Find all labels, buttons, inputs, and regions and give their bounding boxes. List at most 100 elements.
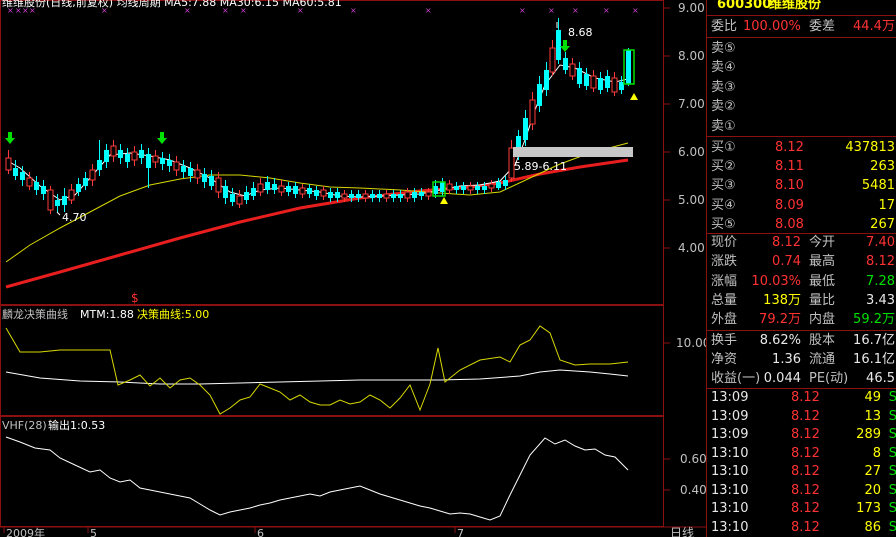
buy-level-row[interactable]: 买④ 8.09 17	[707, 196, 896, 215]
price-tick-label: 8.00	[678, 49, 705, 63]
candle-body	[425, 191, 432, 197]
finance-row: 净资 1.36 流通 16.1亿	[707, 350, 896, 369]
sell-level-label: 卖⑤	[711, 41, 736, 56]
candle-body	[549, 47, 556, 73]
sell-level-row[interactable]: 卖③	[707, 78, 896, 97]
tick-time: 13:10	[711, 501, 749, 516]
tick-side: S	[888, 482, 896, 498]
buy-level-label: 买⑤	[711, 216, 736, 232]
kline-chart-area[interactable]: 9.00 8.00 7.00 6.00 5.00 4.00 维维股份(日线,前复…	[0, 0, 706, 537]
sell-level-label: 卖③	[711, 79, 736, 95]
vhf-line	[5, 436, 629, 521]
candle-body	[626, 50, 631, 84]
candle-body	[223, 186, 228, 198]
quote-panel: 600300 维维股份 委比 100.00% 委差 44.4万 卖⑤ 卖④ 卖③ 卖②…	[706, 0, 896, 537]
tick-time: 13:10	[711, 464, 749, 479]
tick-row: 13:09 8.12 13 S	[707, 407, 896, 426]
candlesticks	[5, 18, 635, 214]
stat-row: 涨跌 0.74 最高 8.12	[707, 252, 896, 271]
x-marker-icon: ×	[297, 6, 304, 15]
candle-body	[356, 194, 361, 198]
candle-body	[412, 192, 417, 198]
candle-body	[569, 63, 576, 77]
candle-body	[503, 180, 508, 186]
tick-time: 13:09	[711, 408, 749, 424]
period-label[interactable]: 日线	[670, 526, 694, 537]
tick-side: S	[888, 408, 896, 424]
indicator2-panel-frame	[0, 416, 664, 527]
stock-name: 维维股份	[769, 0, 822, 12]
candle-body	[55, 200, 60, 206]
candle-body	[454, 186, 459, 190]
date-tick-label: 2009年	[6, 526, 45, 537]
tick-price: 8.12	[791, 390, 820, 405]
candle-body	[328, 192, 333, 198]
candle-body	[104, 150, 109, 162]
candle-body	[110, 145, 117, 157]
low-annotation-label: 4.70	[62, 211, 87, 224]
candle-body	[26, 177, 33, 187]
stat-label: 现价	[711, 235, 738, 250]
tick-price: 8.12	[791, 482, 820, 498]
candle-body	[173, 161, 180, 171]
tick-price: 8.12	[791, 427, 820, 442]
tick-volume: 8	[872, 445, 881, 461]
tick-row: 13:10 8.12 27 S	[707, 462, 896, 481]
candle-body	[188, 168, 193, 176]
mtm-line	[5, 369, 629, 385]
sell-level-row[interactable]: 卖⑤	[707, 39, 896, 58]
finance-value: 1.36	[772, 352, 801, 368]
x-marker-icon: ×	[572, 6, 579, 15]
candle-body	[202, 174, 207, 182]
finance-value: 0.044	[763, 371, 801, 387]
candle-body	[41, 186, 46, 194]
tick-volume: 20	[864, 482, 881, 498]
buy-level-row[interactable]: 买① 8.12 437813	[707, 138, 896, 157]
down-arrow-icon	[5, 132, 15, 144]
candle-body	[251, 188, 256, 196]
tick-side: S	[888, 501, 896, 516]
tick-volume: 289	[856, 427, 881, 442]
kline-chart-svg[interactable]: 9.00 8.00 7.00 6.00 5.00 4.00 维维股份(日线,前复…	[0, 0, 706, 537]
up-triangle-icon	[630, 93, 638, 100]
finance-label: 净资	[711, 352, 738, 368]
finance-value: 16.7亿	[853, 333, 895, 348]
candle-body	[278, 185, 285, 193]
finance-value: 8.62%	[759, 333, 801, 348]
gap-label: 5.89-6.11	[514, 160, 567, 173]
candle-body	[563, 58, 568, 70]
stat-value: 8.12	[866, 254, 895, 270]
candle-body	[404, 191, 411, 199]
tick-row: 13:10 8.12 86 S	[707, 518, 896, 537]
candle-body	[467, 185, 474, 191]
date-axis: 2009年 5 6 7 日线	[3, 526, 694, 537]
price-tick-label: 9.00	[678, 1, 705, 15]
stat-value: 0.74	[772, 254, 801, 270]
candle-body	[419, 192, 424, 196]
candle-body	[5, 157, 12, 171]
indicator2-axis-label: 0.60	[680, 452, 706, 466]
finance-label: 股本	[809, 333, 836, 348]
buy-level-row[interactable]: 买③ 8.10 5481	[707, 176, 896, 195]
indicator1-axis-label: 10.00	[676, 336, 706, 350]
indicator1-mtm: MTM:1.88	[80, 308, 134, 321]
sell-level-row[interactable]: 卖①	[707, 117, 896, 136]
candle-body	[475, 186, 480, 190]
candle-body	[131, 151, 138, 161]
sell-level-row[interactable]: 卖②	[707, 97, 896, 116]
buy-level-row[interactable]: 买② 8.11 263	[707, 157, 896, 176]
tick-price: 8.12	[791, 464, 820, 479]
indicator2-output: 输出1:0.53	[48, 418, 105, 432]
date-tick-label: 5	[90, 527, 97, 537]
candle-body	[299, 187, 306, 195]
sell-level-label: 卖②	[711, 99, 736, 115]
stat-value: 8.12	[772, 235, 801, 250]
buy-level-row[interactable]: 买⑤ 8.08 267	[707, 215, 896, 234]
buy-price: 8.11	[775, 159, 804, 175]
tick-time: 13:10	[711, 445, 749, 461]
tick-row: 13:10 8.12 173 S	[707, 499, 896, 518]
finance-value: 16.1亿	[853, 352, 895, 368]
buy-volume: 263	[870, 159, 895, 175]
sell-level-row[interactable]: 卖④	[707, 58, 896, 77]
price-tick-label: 5.00	[678, 193, 705, 207]
